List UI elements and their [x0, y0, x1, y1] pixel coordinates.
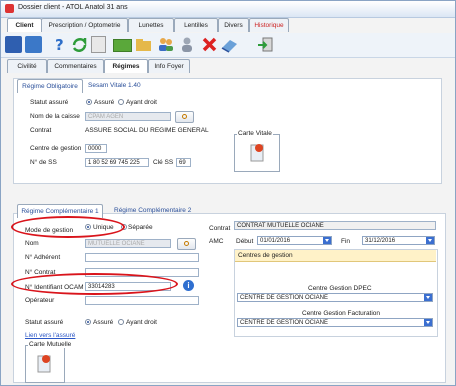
delete-icon[interactable]	[201, 36, 218, 53]
nom-field[interactable]: MUTUELLE OCIANE	[85, 239, 171, 248]
ayant-droit-label: Ayant droit	[126, 99, 157, 106]
app-icon	[5, 4, 14, 13]
carte-mutuelle-icon	[37, 355, 51, 373]
tab-sesam-vitale[interactable]: Sesam Vitale 1.40	[88, 82, 141, 89]
save-as-icon[interactable]	[25, 36, 42, 53]
carte-mutuelle-label: Carte Mutuelle	[28, 341, 73, 348]
dpec-select[interactable]: CENTRE DE GESTION OCIANE	[237, 293, 433, 302]
user-icon[interactable]	[179, 36, 196, 53]
tab-lentilles[interactable]: Lentilles	[174, 18, 218, 32]
ayant-droit-radio[interactable]	[118, 99, 124, 105]
help-icon[interactable]: ?	[51, 36, 68, 54]
toolbar: ?	[1, 33, 455, 58]
lien-assure-link[interactable]: Lien vers l'assuré	[25, 332, 75, 339]
tab-civilite[interactable]: Civilité	[7, 59, 47, 73]
tab-info-foyer[interactable]: Info Foyer	[148, 59, 190, 73]
nom-label: Nom	[25, 240, 39, 247]
tab-divers[interactable]: Divers	[218, 18, 249, 32]
facturation-value: CENTRE DE GESTION OCIANE	[240, 320, 329, 326]
title-bar: Dossier client - ATOL Anatol 31 ans	[1, 1, 455, 18]
separee-label: Séparée	[128, 224, 153, 231]
tab-regimes[interactable]: Régimes	[104, 59, 148, 73]
contrat-label: Contrat	[30, 127, 52, 134]
svg-text:?: ?	[55, 36, 64, 53]
statut-comp-label: Statut assuré	[25, 319, 64, 326]
document-icon[interactable]	[91, 36, 106, 53]
contrat-value: ASSURE SOCIAL DU REGIME GENERAL	[85, 127, 209, 134]
highlight-mode-gestion	[11, 216, 125, 238]
tab-commentaires[interactable]: Commentaires	[47, 59, 104, 73]
ss-label: N° de SS	[30, 159, 57, 166]
ss-field[interactable]: 1 80 52 69 745 225	[85, 158, 149, 167]
operateur-field[interactable]	[85, 296, 199, 305]
tab-lunettes[interactable]: Lunettes	[128, 18, 174, 32]
caisse-field[interactable]: CPAM AGEN	[85, 112, 171, 121]
exit-icon[interactable]	[257, 36, 274, 53]
centre-gestion-field[interactable]: 0000	[85, 144, 107, 153]
debut-label: Début	[236, 238, 254, 245]
comp-assure-label: Assuré	[93, 319, 114, 326]
dpec-label: Centre Gestion DPEC	[308, 285, 372, 292]
adherent-label: N° Adhérent	[25, 254, 61, 261]
chevron-down-icon	[424, 294, 432, 301]
centres-gestion-title: Centres de gestion	[238, 252, 293, 259]
centres-gestion-header: Centres de gestion	[235, 250, 436, 262]
adherent-field[interactable]	[85, 253, 199, 262]
tab-prescription[interactable]: Prescription / Optometrie	[41, 18, 128, 32]
statut-assure-label: Statut assuré	[30, 99, 69, 106]
amc-label: AMC	[209, 238, 224, 245]
fin-value: 31/12/2016	[365, 238, 396, 244]
fin-label: Fin	[341, 238, 351, 245]
card-icon[interactable]	[113, 39, 132, 52]
assure-label: Assuré	[94, 99, 115, 106]
comp-ayant-droit-radio[interactable]	[118, 319, 124, 325]
caisse-search-button[interactable]	[175, 111, 194, 123]
highlight-ocam	[11, 273, 178, 295]
debut-date-picker[interactable]: 01/01/2016	[257, 236, 332, 245]
centre-gestion-label: Centre de gestion	[30, 145, 82, 152]
comp-contrat-field[interactable]: CONTRAT MUTUELLE OCIANE	[234, 221, 436, 230]
caisse-label: Nom de la caisse	[30, 113, 80, 120]
dpec-value: CENTRE DE GESTION OCIANE	[240, 295, 329, 301]
refresh-icon[interactable]	[71, 36, 88, 53]
debut-value: 01/01/2016	[260, 238, 291, 244]
window-title: Dossier client - ATOL Anatol 31 ans	[18, 4, 128, 11]
folder-icon[interactable]	[135, 36, 152, 53]
carte-mutuelle-card[interactable]	[25, 345, 65, 383]
info-icon[interactable]: i	[183, 280, 194, 291]
facturation-select[interactable]: CENTRE DE GESTION OCIANE	[237, 318, 433, 327]
chevron-down-icon	[426, 237, 434, 244]
comp-assure-radio[interactable]	[85, 319, 91, 325]
carte-vitale-icon	[250, 144, 264, 162]
nom-search-button[interactable]	[177, 238, 196, 250]
cle-ss-field[interactable]: 69	[176, 158, 191, 167]
users-icon[interactable]	[157, 36, 174, 53]
cle-ss-label: Clé SS	[153, 159, 174, 166]
save-icon[interactable]	[5, 36, 22, 53]
comp-contrat-label: Contrat	[209, 225, 231, 232]
facturation-label: Centre Gestion Facturation	[302, 310, 381, 317]
comp-ayant-droit-label: Ayant droit	[126, 319, 157, 326]
window: Dossier client - ATOL Anatol 31 ans Clie…	[0, 0, 456, 386]
regime-obligatoire-panel	[13, 78, 442, 184]
carte-vitale-card[interactable]	[234, 134, 280, 172]
tab-historique[interactable]: Historique	[249, 18, 289, 32]
chevron-down-icon	[424, 319, 432, 326]
tab-regime-obligatoire[interactable]: Régime Obligatoire	[17, 79, 83, 93]
fin-date-picker[interactable]: 31/12/2016	[362, 236, 435, 245]
assure-radio[interactable]	[86, 99, 92, 105]
operateur-label: Opérateur	[25, 297, 55, 304]
tab-client[interactable]: Client	[7, 18, 42, 32]
carte-vitale-label: Carte Vitale	[237, 130, 273, 137]
chevron-down-icon	[323, 237, 331, 244]
book-icon[interactable]	[221, 36, 238, 53]
tab-regime-complementaire-2[interactable]: Régime Complémentaire 2	[114, 207, 191, 214]
